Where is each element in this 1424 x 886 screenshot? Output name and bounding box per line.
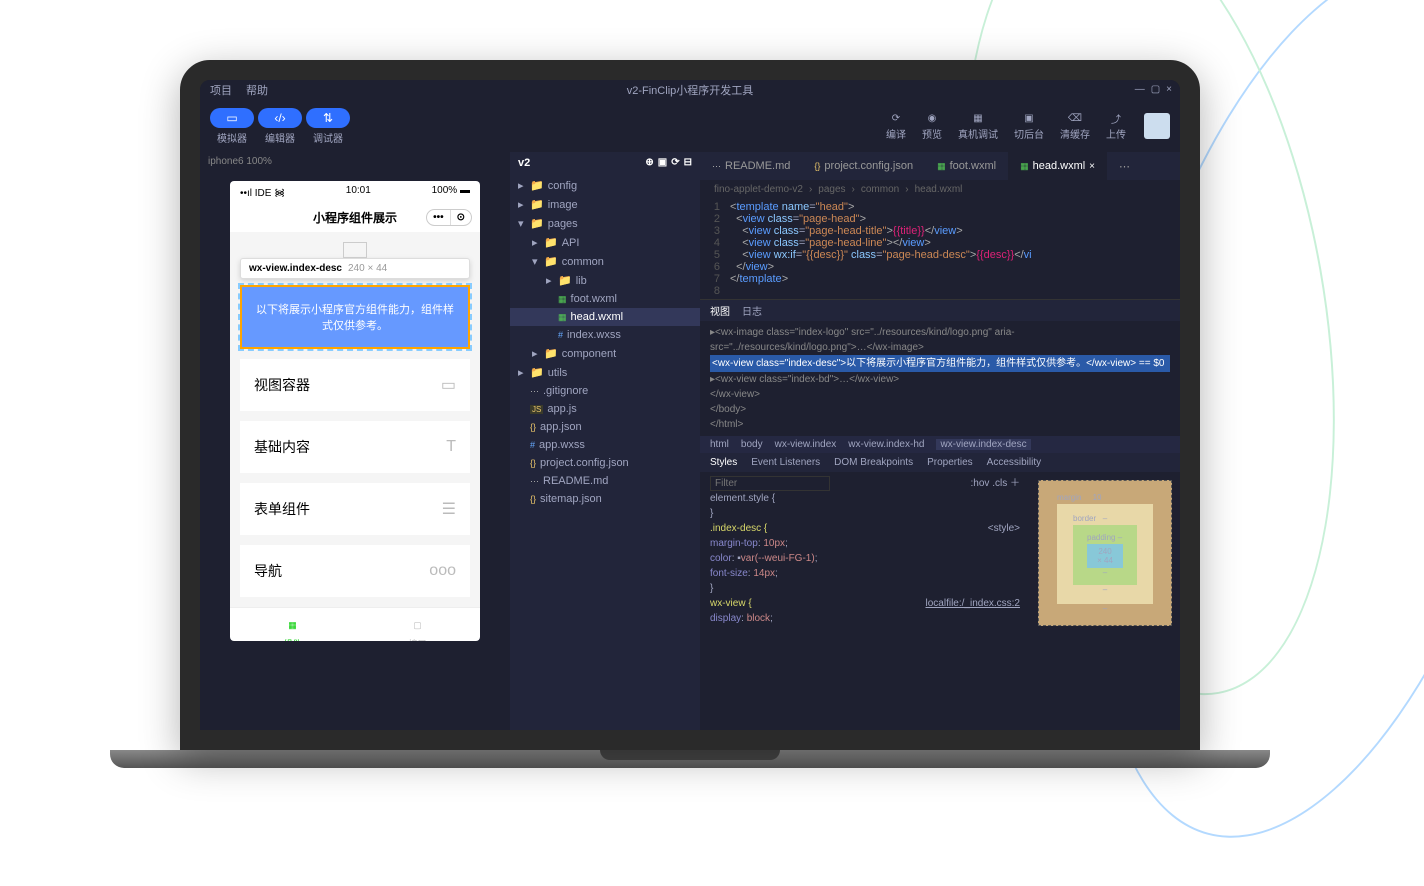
file-tree-item[interactable]: ▾📁common: [510, 252, 700, 271]
inspect-tooltip: wx-view.index-desc240 × 44: [240, 258, 470, 279]
breadcrumb-item[interactable]: pages: [818, 184, 845, 195]
file-tree-item[interactable]: ▦head.wxml: [510, 308, 700, 326]
new-folder-icon[interactable]: ▣: [658, 157, 667, 169]
project-name: v2: [518, 157, 530, 169]
toolbar: ▭ ‹/› ⇅ 模拟器 编辑器 调试器 ⟳编译 ◉预览 ▦真机调试 ▣切后台 ⌫…: [200, 100, 1180, 152]
editor-toggle[interactable]: ‹/›: [258, 108, 302, 128]
remote-debug-action[interactable]: ▦真机调试: [958, 112, 998, 141]
tab-overflow-icon[interactable]: ⋯: [1107, 152, 1142, 180]
refresh-icon[interactable]: ⟳: [671, 157, 679, 169]
devtab-view[interactable]: 视图: [710, 303, 730, 318]
file-tree-item[interactable]: ▸📁component: [510, 344, 700, 363]
breadcrumb-item[interactable]: fino-applet-demo-v2: [714, 184, 803, 195]
editor-label: 编辑器: [258, 130, 302, 145]
status-battery: 100% ▬: [432, 185, 470, 199]
status-signal: ••ıl IDE ᯼: [240, 185, 285, 199]
editor-tab[interactable]: {}project.config.json: [802, 152, 925, 180]
editor-tab[interactable]: ▦head.wxml×: [1008, 152, 1107, 180]
file-tree-item[interactable]: ⋯README.md: [510, 472, 700, 490]
menu-help[interactable]: 帮助: [246, 82, 268, 98]
element-crumb[interactable]: wx-view.index-hd: [848, 439, 924, 450]
file-tree-item[interactable]: ▦foot.wxml: [510, 290, 700, 308]
breadcrumb-item[interactable]: head.wxml: [915, 184, 963, 195]
editor-tab[interactable]: ▦foot.wxml: [925, 152, 1008, 180]
file-tree-item[interactable]: ▸📁lib: [510, 271, 700, 290]
breadcrumb: fino-applet-demo-v2›pages›common›head.wx…: [700, 180, 1180, 199]
file-tree-item[interactable]: ▸📁API: [510, 233, 700, 252]
devtools-subtab[interactable]: Accessibility: [987, 457, 1041, 468]
menu-bar: 项目 帮助 v2-FinClip小程序开发工具 — ▢ ×: [200, 80, 1180, 100]
styles-pane[interactable]: :hov .cls ＋ element.style { } .index-des…: [700, 472, 1030, 634]
breadcrumb-item[interactable]: common: [861, 184, 899, 195]
file-tree-item[interactable]: #app.wxss: [510, 436, 700, 454]
element-crumb[interactable]: wx-view.index: [775, 439, 837, 450]
element-breadcrumb[interactable]: html body wx-view.index wx-view.index-hd wx-…: [700, 436, 1180, 453]
devtools-panel: 视图 日志 ▸<wx-image class="index-logo" src=…: [700, 299, 1180, 619]
debugger-label: 调试器: [306, 130, 350, 145]
filter-input[interactable]: [710, 476, 830, 491]
devtools-subtabs: Styles Event Listeners DOM Breakpoints Prop…: [700, 453, 1180, 472]
clear-cache-action[interactable]: ⌫清缓存: [1060, 112, 1090, 141]
debugger-toggle[interactable]: ⇅: [306, 108, 350, 128]
collapse-icon[interactable]: ⊟: [684, 157, 692, 169]
phone-simulator: ••ıl IDE ᯼ 10:01 100% ▬ 小程序组件展示 •••⊙ wx-…: [230, 181, 480, 641]
devtab-log[interactable]: 日志: [742, 303, 762, 318]
devtools-subtab[interactable]: Properties: [927, 457, 973, 468]
file-tree-item[interactable]: JSapp.js: [510, 400, 700, 418]
menu-item[interactable]: 导航ooo: [240, 545, 470, 597]
status-time: 10:01: [346, 185, 371, 199]
editor-tabs: ⋯README.md{}project.config.json▦foot.wxm…: [700, 152, 1180, 180]
box-model: margin 10 border – padding – 240 × 44 – …: [1030, 472, 1180, 634]
menu-item[interactable]: 表单组件☰: [240, 483, 470, 535]
elements-view[interactable]: ▸<wx-image class="index-logo" src="../re…: [700, 321, 1180, 436]
element-crumb[interactable]: html: [710, 439, 729, 450]
editor-tab[interactable]: ⋯README.md: [700, 152, 802, 180]
laptop-frame: 项目 帮助 v2-FinClip小程序开发工具 — ▢ × ▭ ‹/› ⇅: [160, 60, 1220, 790]
file-tree-item[interactable]: ▸📁image: [510, 195, 700, 214]
ide-window: 项目 帮助 v2-FinClip小程序开发工具 — ▢ × ▭ ‹/› ⇅: [200, 80, 1180, 730]
file-tree-item[interactable]: {}sitemap.json: [510, 490, 700, 508]
simulator-toggle[interactable]: ▭: [210, 108, 254, 128]
menu-item[interactable]: 基础内容T: [240, 421, 470, 473]
file-tree-item[interactable]: ▸📁config: [510, 176, 700, 195]
tab-api[interactable]: ▢接口: [355, 608, 480, 641]
tab-component[interactable]: ▦组件: [230, 608, 355, 641]
devtools-subtab[interactable]: DOM Breakpoints: [834, 457, 913, 468]
new-file-icon[interactable]: ⊕: [645, 157, 653, 169]
simulator-panel: iphone6 100% ••ıl IDE ᯼ 10:01 100% ▬ 小程序…: [200, 152, 510, 730]
close-icon[interactable]: ×: [1166, 84, 1172, 95]
file-tree-item[interactable]: #index.wxss: [510, 326, 700, 344]
editor-panel: ⋯README.md{}project.config.json▦foot.wxm…: [700, 152, 1180, 730]
code-editor[interactable]: 1<template name="head">2 <view class="pa…: [700, 199, 1180, 299]
file-tree-item[interactable]: ▾📁pages: [510, 214, 700, 233]
simulator-label: 模拟器: [210, 130, 254, 145]
file-tree-item[interactable]: {}app.json: [510, 418, 700, 436]
capsule-button[interactable]: •••⊙: [426, 209, 472, 226]
menu-project[interactable]: 项目: [210, 82, 232, 98]
file-tree-item[interactable]: ▸📁utils: [510, 363, 700, 382]
file-explorer: v2 ⊕ ▣ ⟳ ⊟ ▸📁config▸📁image▾📁pages▸📁API▾📁…: [510, 152, 700, 730]
menu-item[interactable]: 视图容器▭: [240, 359, 470, 411]
preview-action[interactable]: ◉预览: [922, 112, 942, 141]
background-action[interactable]: ▣切后台: [1014, 112, 1044, 141]
file-tree-item[interactable]: {}project.config.json: [510, 454, 700, 472]
user-avatar[interactable]: [1144, 113, 1170, 139]
minimize-icon[interactable]: —: [1135, 84, 1145, 95]
app-title: 小程序组件展示: [313, 209, 397, 226]
element-crumb[interactable]: body: [741, 439, 763, 450]
file-tree-item[interactable]: ⋯.gitignore: [510, 382, 700, 400]
maximize-icon[interactable]: ▢: [1151, 84, 1160, 95]
devtools-subtab[interactable]: Event Listeners: [751, 457, 820, 468]
window-title: v2-FinClip小程序开发工具: [627, 82, 754, 98]
element-crumb[interactable]: wx-view.index-desc: [936, 439, 1030, 450]
upload-action[interactable]: ⤴上传: [1106, 112, 1126, 141]
hov-cls-toggle[interactable]: :hov .cls ＋: [971, 476, 1020, 491]
devtools-subtab[interactable]: Styles: [710, 457, 737, 468]
device-info[interactable]: iphone6 100%: [200, 152, 510, 171]
highlighted-element[interactable]: 以下将展示小程序官方组件能力，组件样式仅供参考。: [240, 285, 470, 349]
compile-action[interactable]: ⟳编译: [886, 112, 906, 141]
